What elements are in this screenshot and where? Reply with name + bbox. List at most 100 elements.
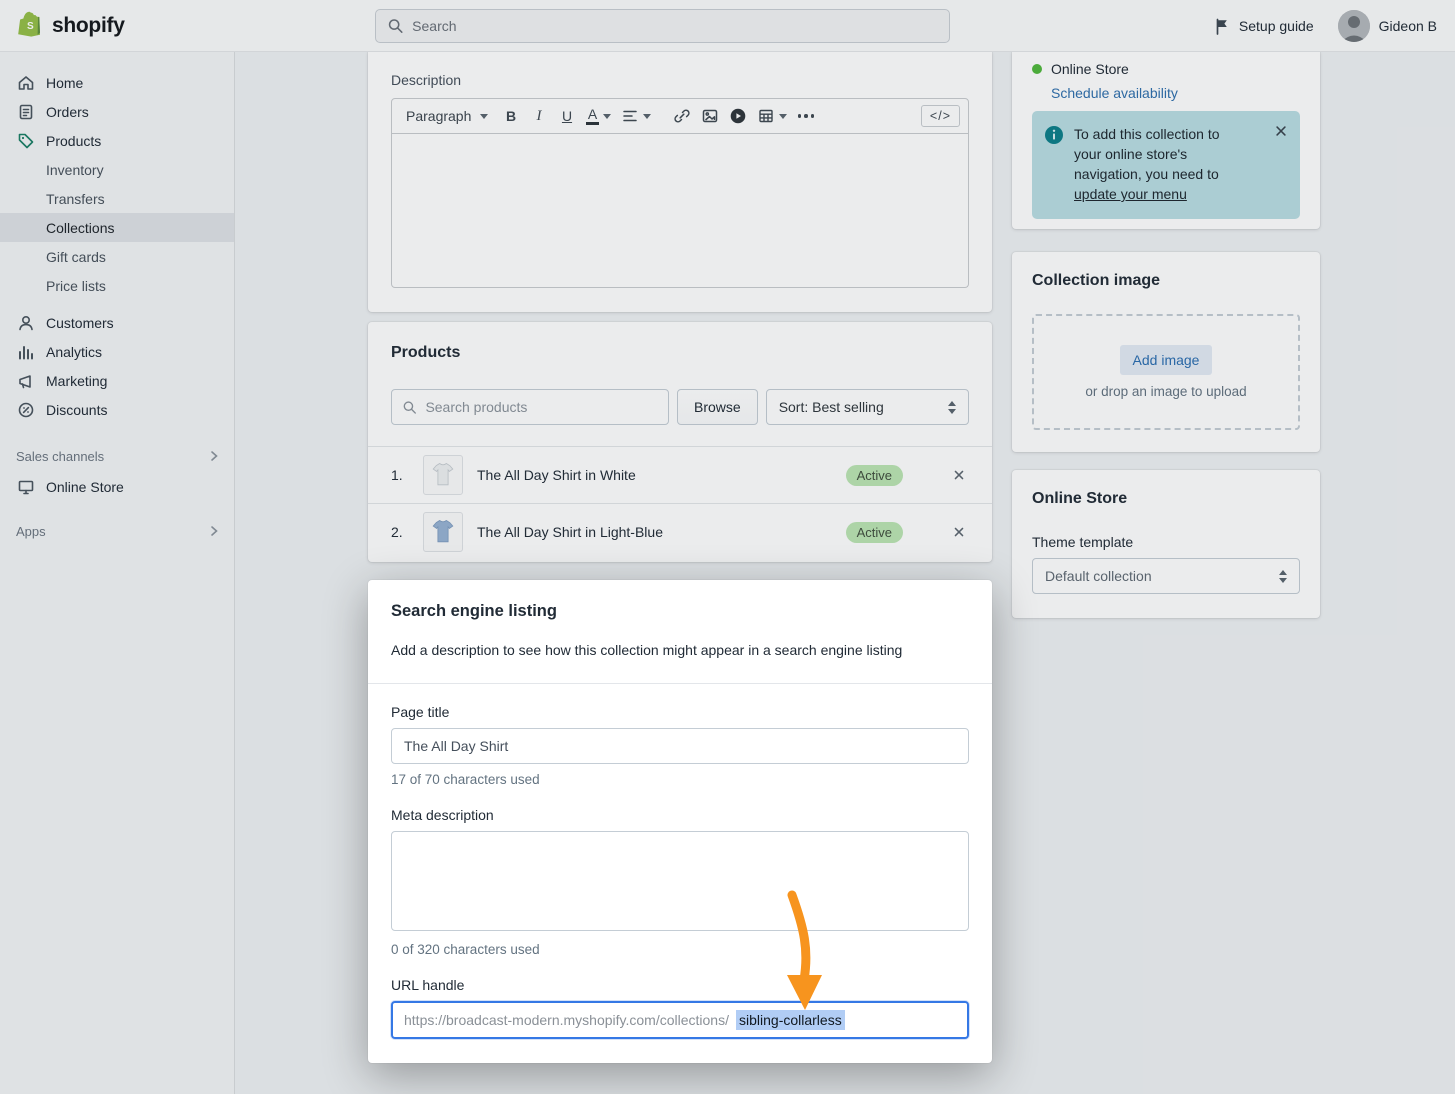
- sidebar-item-products[interactable]: Products: [0, 126, 234, 155]
- product-search[interactable]: [391, 389, 669, 425]
- link-button[interactable]: [669, 102, 695, 130]
- product-thumbnail: [423, 455, 463, 495]
- sidebar-sublabel: Inventory: [46, 162, 104, 178]
- update-your-menu-link[interactable]: update your menu: [1074, 184, 1236, 204]
- sidebar-label: Online Store: [46, 479, 124, 495]
- sidebar-sublabel: Collections: [46, 220, 114, 236]
- global-search[interactable]: [375, 9, 950, 43]
- url-handle-label: URL handle: [391, 977, 969, 993]
- home-icon: [16, 73, 36, 93]
- table-button[interactable]: [753, 102, 791, 130]
- chevron-right-icon: [208, 450, 220, 462]
- product-title: The All Day Shirt in White: [477, 467, 636, 483]
- theme-template-select[interactable]: Default collection: [1032, 558, 1300, 594]
- link-icon: [673, 107, 691, 125]
- chevron-right-icon: [208, 525, 220, 537]
- sidebar-item-gift-cards[interactable]: Gift cards: [0, 242, 234, 271]
- sales-channels-label: Sales channels: [16, 449, 104, 464]
- browse-button[interactable]: Browse: [677, 389, 758, 425]
- seo-title: Search engine listing: [391, 602, 969, 621]
- editor-toolbar: Paragraph B I U A: [391, 98, 969, 134]
- sidebar-item-analytics[interactable]: Analytics: [0, 337, 234, 366]
- description-editor-textarea[interactable]: [391, 134, 969, 288]
- sidebar-item-online-store[interactable]: Online Store: [0, 472, 234, 501]
- description-card: Description Paragraph B I U A: [368, 52, 992, 312]
- apps-heading[interactable]: Apps: [0, 519, 234, 543]
- sales-channels-heading[interactable]: Sales channels: [0, 444, 234, 468]
- more-options-button[interactable]: [793, 102, 819, 130]
- product-index: 2.: [391, 524, 413, 540]
- search-icon: [387, 17, 404, 35]
- code-view-button[interactable]: </>: [921, 105, 960, 127]
- theme-template-label: Theme template: [1032, 534, 1300, 550]
- bold-button[interactable]: B: [498, 102, 524, 130]
- page-title-label: Page title: [391, 704, 969, 720]
- url-handle-input[interactable]: https://broadcast-modern.myshopify.com/c…: [391, 1001, 969, 1039]
- sidebar-label: Products: [46, 133, 101, 149]
- paragraph-style-dropdown[interactable]: Paragraph: [400, 102, 496, 130]
- insert-image-button[interactable]: [697, 102, 723, 130]
- meta-description-counter: 0 of 320 characters used: [391, 942, 969, 957]
- product-row[interactable]: 1. The All Day Shirt in White Active: [368, 446, 992, 503]
- sidebar-sublabel: Transfers: [46, 191, 105, 207]
- availability-card: Online Store Schedule availability To ad…: [1012, 52, 1320, 229]
- drop-hint: or drop an image to upload: [1085, 384, 1246, 399]
- global-search-input[interactable]: [412, 18, 938, 34]
- sidebar-item-inventory[interactable]: Inventory: [0, 155, 234, 184]
- user-menu[interactable]: Gideon B: [1338, 10, 1437, 42]
- status-dot: [1032, 64, 1042, 74]
- marketing-icon: [16, 371, 36, 391]
- online-store-theme-card: Online Store Theme template Default coll…: [1012, 470, 1320, 618]
- schedule-availability-link[interactable]: Schedule availability: [1051, 85, 1300, 101]
- products-tag-icon: [16, 131, 36, 151]
- sidebar-item-discounts[interactable]: Discounts: [0, 395, 234, 424]
- sidebar-item-marketing[interactable]: Marketing: [0, 366, 234, 395]
- underline-glyph: U: [562, 108, 572, 124]
- collection-image-card: Collection image Add image or drop an im…: [1012, 252, 1320, 452]
- sidebar-item-orders[interactable]: Orders: [0, 97, 234, 126]
- navigation-info-banner: To add this collection to your online st…: [1032, 111, 1300, 219]
- page-title-input[interactable]: [391, 728, 969, 764]
- apps-label: Apps: [16, 524, 46, 539]
- sidebar-label: Orders: [46, 104, 89, 120]
- info-icon: [1044, 125, 1064, 145]
- sidebar-item-home[interactable]: Home: [0, 68, 234, 97]
- add-image-button[interactable]: Add image: [1120, 345, 1213, 375]
- shopify-bag-icon: S: [18, 11, 45, 41]
- product-search-input[interactable]: [425, 399, 658, 415]
- product-thumbnail: [423, 512, 463, 552]
- sidebar-nav: Home Orders Products Inventory Transfers…: [0, 52, 235, 1094]
- sidebar-item-price-lists[interactable]: Price lists: [0, 271, 234, 300]
- meta-description-textarea[interactable]: [391, 831, 969, 931]
- text-color-button[interactable]: A: [582, 102, 615, 130]
- remove-product-button[interactable]: [949, 522, 969, 542]
- underline-button[interactable]: U: [554, 102, 580, 130]
- sidebar-item-transfers[interactable]: Transfers: [0, 184, 234, 213]
- url-selected-text: sibling-collarless: [736, 1010, 845, 1030]
- product-title: The All Day Shirt in Light-Blue: [477, 524, 663, 540]
- setup-guide-button[interactable]: Setup guide: [1213, 17, 1314, 36]
- avatar-photo: [1338, 10, 1370, 42]
- online-store-title: Online Store: [1032, 490, 1300, 508]
- insert-video-button[interactable]: [725, 102, 751, 130]
- discounts-icon: [16, 400, 36, 420]
- remove-product-button[interactable]: [949, 465, 969, 485]
- image-dropzone[interactable]: Add image or drop an image to upload: [1032, 314, 1300, 430]
- sort-select[interactable]: Sort: Best selling: [766, 389, 969, 425]
- sidebar-item-collections[interactable]: Collections: [0, 213, 234, 242]
- online-store-icon: [16, 477, 36, 497]
- customers-icon: [16, 313, 36, 333]
- banner-close-button[interactable]: [1271, 121, 1291, 141]
- sidebar-item-customers[interactable]: Customers: [0, 308, 234, 337]
- seo-description: Add a description to see how this collec…: [391, 641, 969, 659]
- orders-icon: [16, 102, 36, 122]
- shopify-logo[interactable]: S shopify: [0, 11, 125, 41]
- flag-icon: [1213, 17, 1231, 36]
- product-row[interactable]: 2. The All Day Shirt in Light-Blue Activ…: [368, 503, 992, 560]
- close-icon: [951, 524, 967, 540]
- sidebar-label: Marketing: [46, 373, 107, 389]
- alignment-button[interactable]: [617, 102, 655, 130]
- sidebar-sublabel: Price lists: [46, 278, 106, 294]
- product-index: 1.: [391, 467, 413, 483]
- italic-button[interactable]: I: [526, 102, 552, 130]
